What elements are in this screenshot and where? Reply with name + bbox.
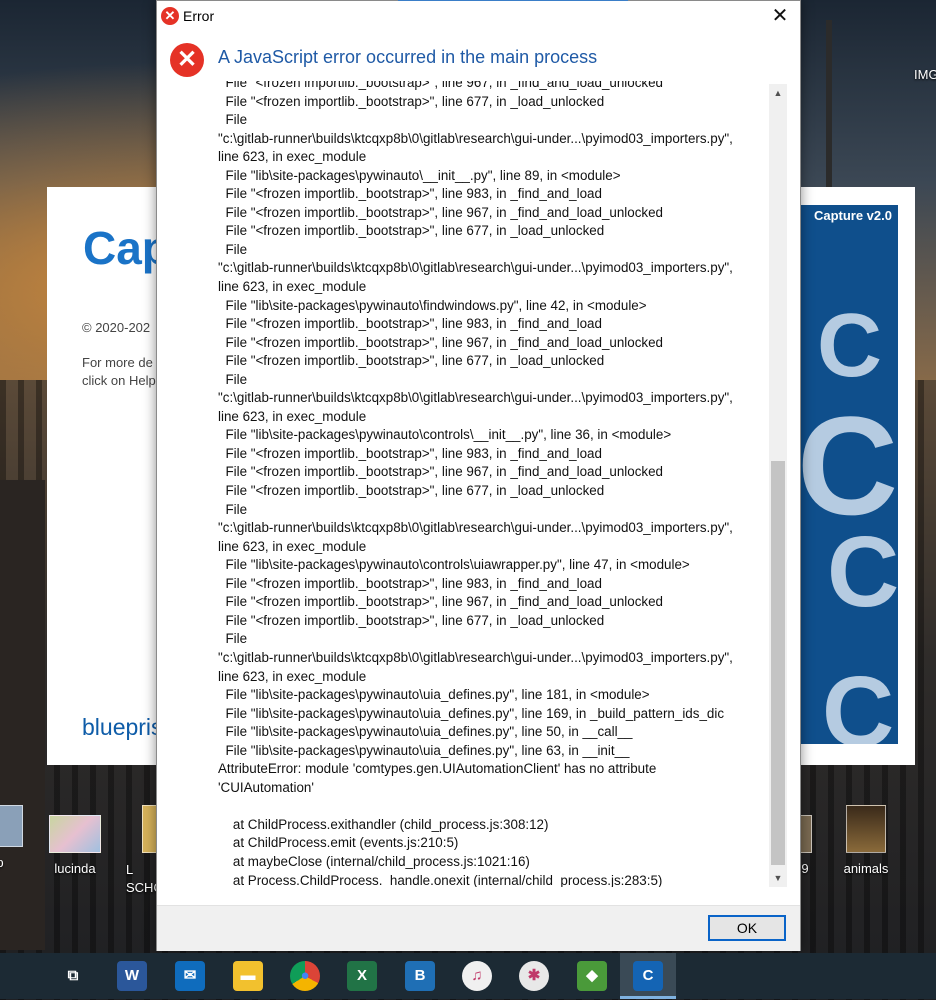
capture-app-more-info: For more de click on Help xyxy=(82,355,156,388)
banner-c-graphic: C xyxy=(827,516,898,628)
taskbar-task-view-icon[interactable]: ⧉ xyxy=(58,961,88,991)
banner-c-graphic: C xyxy=(822,656,895,744)
taskbar-shield-app-icon[interactable]: ◆ xyxy=(577,961,607,991)
taskbar-capture-icon[interactable]: C xyxy=(633,961,663,991)
error-dialog: ✕ Error ✕ ✕ A JavaScript error occurred … xyxy=(156,0,801,951)
desktop-icon-label: p xyxy=(0,855,4,870)
blueprism-logo: bluepris xyxy=(82,714,163,740)
wallpaper-building xyxy=(0,480,45,950)
taskbar-blueprism-icon[interactable]: B xyxy=(405,961,435,991)
taskbar-word-icon[interactable]: W xyxy=(117,961,147,991)
taskbar-mail-icon[interactable]: ✉ xyxy=(175,961,205,991)
desktop-icon-thumbnail xyxy=(800,815,812,853)
desktop-icon[interactable]: p xyxy=(0,805,40,870)
capture-app-copyright: © 2020-202 xyxy=(82,320,151,335)
desktop-icon-thumbnail xyxy=(142,805,156,853)
desktop-icon-thumbnail xyxy=(0,805,23,847)
taskbar-chrome-icon[interactable]: ● xyxy=(290,961,320,991)
close-button[interactable]: ✕ xyxy=(763,4,797,28)
dialog-footer: OK xyxy=(157,905,800,951)
error-message-text: File "<frozen importlib._bootstrap>", li… xyxy=(218,81,733,887)
taskbar-excel-icon[interactable]: X xyxy=(347,961,377,991)
desktop-icon[interactable]: animals xyxy=(826,805,906,876)
dialog-titlebar[interactable]: ✕ Error ✕ xyxy=(157,1,800,31)
capture-app-banner: Capture v2.0 C C C C xyxy=(797,205,898,744)
capture-version-label: Capture v2.0 xyxy=(813,208,892,223)
scroll-up-arrow-icon[interactable]: ▲ xyxy=(769,84,787,102)
taskbar-itunes-icon[interactable]: ♫ xyxy=(462,961,492,991)
scrollbar-thumb[interactable] xyxy=(771,461,785,865)
taskbar-file-explorer-icon[interactable]: ▬ xyxy=(233,961,263,991)
taskbar-slack-icon[interactable]: ✱ xyxy=(519,961,549,991)
desktop-icon-label: animals xyxy=(843,861,889,876)
error-icon: ✕ xyxy=(170,43,204,77)
error-icon: ✕ xyxy=(161,7,179,25)
vertical-scrollbar[interactable]: ▲ ▼ xyxy=(769,84,787,887)
desktop-icon[interactable]: L SCHO xyxy=(112,805,156,897)
scroll-down-arrow-icon[interactable]: ▼ xyxy=(769,869,787,887)
dialog-title: Error xyxy=(183,8,215,24)
taskbar: ⧉ W ✉ ▬ ● X B ♫ ✱ ◆ C xyxy=(0,953,936,999)
wallpaper-spire xyxy=(826,20,832,200)
desktop-icon[interactable]: lucinda xyxy=(35,815,115,876)
desktop-icon-thumbnail xyxy=(846,805,886,853)
error-heading: A JavaScript error occurred in the main … xyxy=(218,47,598,67)
ok-button[interactable]: OK xyxy=(708,915,786,941)
desktop-icon-label: L SCHO xyxy=(126,862,156,895)
banner-c-graphic: C xyxy=(817,296,882,396)
error-message-area[interactable]: File "<frozen importlib._bootstrap>", li… xyxy=(218,81,770,887)
desktop-icon-label: lucinda xyxy=(54,861,96,876)
desktop-icon-label: 9 xyxy=(801,861,809,876)
desktop-icon-label-img[interactable]: IMG xyxy=(914,67,936,82)
desktop-icon-thumbnail xyxy=(49,815,101,853)
